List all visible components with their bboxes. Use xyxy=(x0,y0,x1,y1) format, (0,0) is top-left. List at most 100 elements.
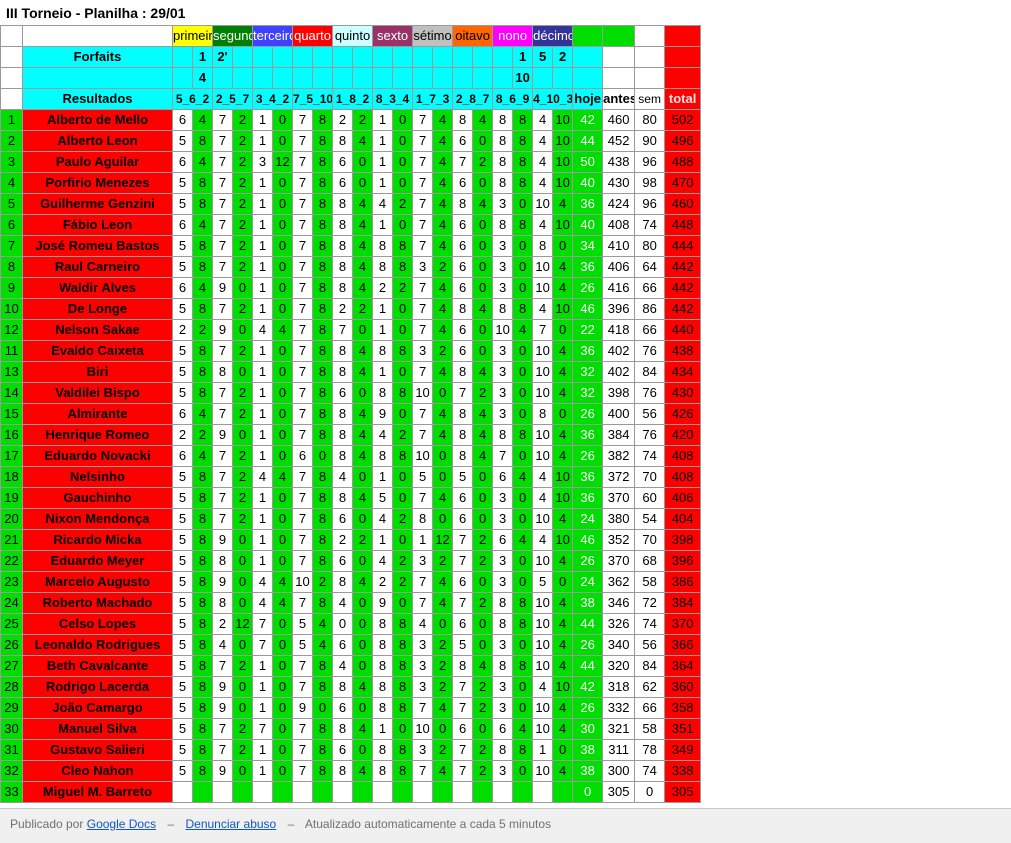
score-cell: 5 xyxy=(532,571,554,593)
rank-number: 2 xyxy=(0,130,23,152)
score-cell: 9 xyxy=(372,592,394,614)
score-cell: 0 xyxy=(512,550,534,572)
score-cell: 0 xyxy=(392,361,414,383)
hoje-cell: 32 xyxy=(572,361,604,383)
score-cell: 4 xyxy=(432,172,454,194)
total-cell: 349 xyxy=(664,739,702,761)
sem-cell: 74 xyxy=(634,613,666,635)
score-cell: 2 xyxy=(392,424,414,446)
antes-cell: 320 xyxy=(602,655,636,677)
score-cell: 0 xyxy=(352,697,374,719)
rank-number: 25 xyxy=(0,613,23,635)
score-cell: 7 xyxy=(412,592,434,614)
score-cell: 0 xyxy=(272,445,294,467)
score-cell: 6 xyxy=(172,403,193,425)
hoje-cell: 40 xyxy=(572,214,604,236)
hoje-cell: 36 xyxy=(572,340,604,362)
score-cell: 0 xyxy=(432,466,454,488)
score-cell: 6 xyxy=(332,508,354,530)
score-cell: 8 xyxy=(392,256,414,278)
header-cell xyxy=(572,25,604,47)
forfait-cell xyxy=(292,46,314,68)
score-cell xyxy=(352,781,374,803)
score-cell: 1 xyxy=(372,172,394,194)
google-docs-link[interactable]: Google Docs xyxy=(87,817,156,831)
score-cell: 8 xyxy=(512,424,534,446)
score-cell: 0 xyxy=(272,424,294,446)
score-cell: 2 xyxy=(392,193,414,215)
resultados-label: Resultados xyxy=(22,88,173,110)
score-cell: 4 xyxy=(512,319,534,341)
score-cell: 4 xyxy=(352,487,374,509)
forfait-cell xyxy=(412,67,434,89)
sem-cell: 74 xyxy=(634,760,666,782)
score-cell: 6 xyxy=(452,487,474,509)
score-cell: 8 xyxy=(212,592,233,614)
total-cell: 370 xyxy=(664,613,702,635)
total-cell: 386 xyxy=(664,571,702,593)
score-cell: 6 xyxy=(172,445,193,467)
score-cell: 1 xyxy=(252,298,274,320)
score-cell: 8 xyxy=(392,613,414,635)
score-cell: 8 xyxy=(492,130,514,152)
score-cell: 8 xyxy=(372,382,394,404)
score-cell: 7 xyxy=(292,130,314,152)
score-cell: 0 xyxy=(272,277,294,299)
score-cell: 4 xyxy=(432,361,454,383)
score-cell: 8 xyxy=(192,571,213,593)
score-cell: 4 xyxy=(552,340,574,362)
report-abuse-link[interactable]: Denunciar abuso xyxy=(185,817,276,831)
score-cell: 1 xyxy=(372,718,394,740)
score-cell: 7 xyxy=(292,592,314,614)
antes-cell: 380 xyxy=(602,508,636,530)
hoje-cell: 36 xyxy=(572,487,604,509)
score-cell: 4 xyxy=(272,571,294,593)
table-row: 28 Rodrigo Lacerda 5 8 9 0 1 0 7 8 8 4 8 8 3 2 7 2 3 0 4 10 42… xyxy=(0,676,702,698)
score-cell: 0 xyxy=(432,613,454,635)
score-cell: 8 xyxy=(312,403,334,425)
score-cell: 3 xyxy=(412,655,434,677)
score-cell: 1 xyxy=(372,319,394,341)
score-cell: 9 xyxy=(372,403,394,425)
score-cell: 4 xyxy=(192,277,213,299)
score-cell: 0 xyxy=(512,235,534,257)
table-row: 22 Eduardo Meyer 5 8 8 0 1 0 7 8 6 0 4 2 3 2 7 2 3 0 10 4 26 37… xyxy=(0,550,702,572)
score-cell: 0 xyxy=(392,403,414,425)
score-cell: 8 xyxy=(392,655,414,677)
forfait-cell xyxy=(312,67,334,89)
hoje-cell: 36 xyxy=(572,193,604,215)
score-cell: 4 xyxy=(432,697,454,719)
score-cell: 7 xyxy=(212,172,233,194)
score-cell: 10 xyxy=(552,151,574,173)
score-cell: 8 xyxy=(332,760,354,782)
num-cell xyxy=(0,46,23,68)
score-cell: 8 xyxy=(192,235,213,257)
score-cell: 1 xyxy=(372,109,394,131)
score-cell: 7 xyxy=(452,739,474,761)
score-cell: 8 xyxy=(512,739,534,761)
score-cell: 8 xyxy=(532,403,554,425)
table-row: 7 José Romeu Bastos 5 8 7 2 1 0 7 8 8 4 8 8 7 4 6 0 3 0 8 0 34… xyxy=(0,235,702,257)
score-cell: 0 xyxy=(272,130,294,152)
score-cell: 2 xyxy=(231,109,254,131)
score-cell: 5 xyxy=(172,508,193,530)
match-header: 3_4_2 xyxy=(252,88,294,110)
score-cell: 3 xyxy=(492,235,514,257)
score-cell: 6 xyxy=(492,466,514,488)
score-cell: 5 xyxy=(292,613,314,635)
score-cell: 2 xyxy=(392,277,414,299)
score-cell: 5 xyxy=(172,361,193,383)
score-cell: 5 xyxy=(452,466,474,488)
score-cell: 4 xyxy=(432,298,454,320)
score-cell xyxy=(212,781,233,803)
score-cell: 8 xyxy=(332,277,354,299)
score-cell: 4 xyxy=(472,298,494,320)
score-cell: 0 xyxy=(231,760,254,782)
score-cell: 10 xyxy=(532,634,554,656)
score-cell: 8 xyxy=(392,676,414,698)
score-cell: 7 xyxy=(412,424,434,446)
score-cell: 0 xyxy=(231,319,254,341)
forfaits-row-2: 4 10 xyxy=(0,67,702,89)
score-cell: 8 xyxy=(332,361,354,383)
antes-cell: 402 xyxy=(602,361,636,383)
